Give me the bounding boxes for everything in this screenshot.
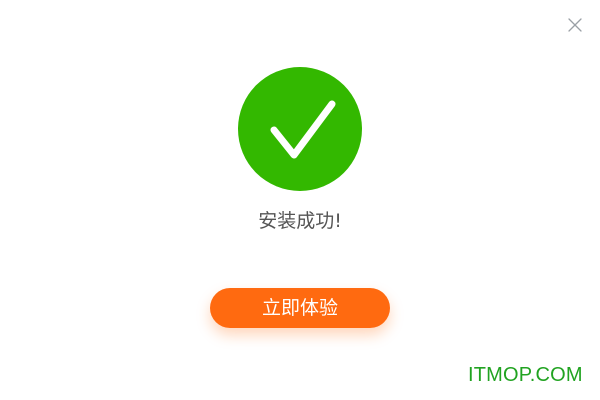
- try-now-button[interactable]: 立即体验: [210, 288, 390, 328]
- install-success-dialog: 安装成功! 立即体验 ITMOP.COM: [0, 0, 600, 400]
- check-icon: [270, 100, 336, 159]
- close-icon: [568, 18, 582, 32]
- success-check-badge: [238, 67, 362, 191]
- install-status-message: 安装成功!: [258, 210, 342, 232]
- site-watermark: ITMOP.COM: [468, 364, 583, 386]
- close-button[interactable]: [566, 16, 584, 34]
